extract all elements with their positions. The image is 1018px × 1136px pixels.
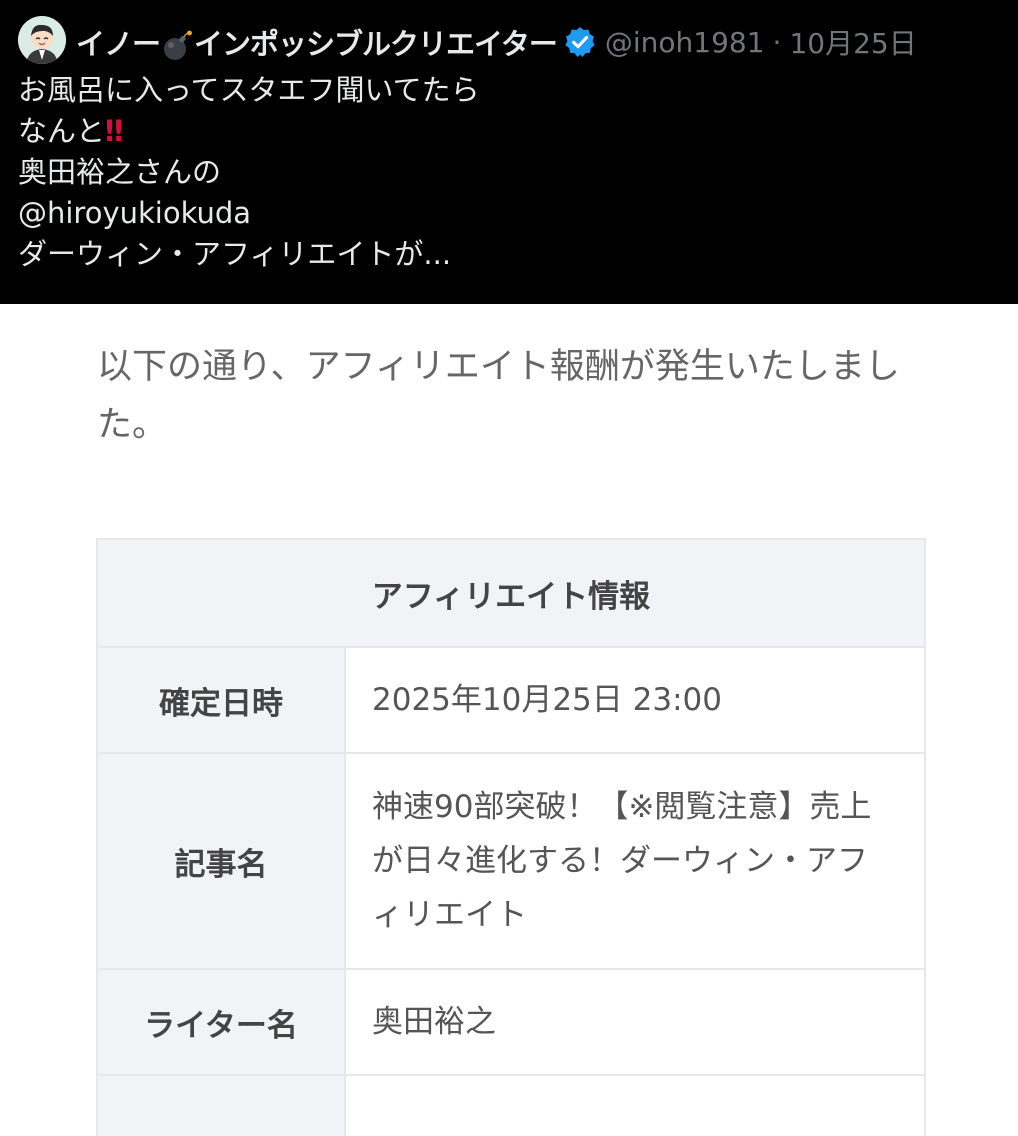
- table-row: 確定日時 2025年10月25日 23:00: [98, 646, 924, 752]
- tweet-body: お風呂に入ってスタエフ聞いてたら なんと‼ 奥田裕之さんの @hiroyukio…: [18, 70, 998, 275]
- bomb-icon: [164, 30, 192, 60]
- tweet-date[interactable]: 10月25日: [789, 22, 916, 62]
- row-value-partial: [346, 1076, 924, 1136]
- author-name[interactable]: イノー インポッシブルクリエイター: [76, 21, 558, 63]
- table-row: ライター名 奥田裕之: [98, 968, 924, 1074]
- row-value-article-name: 神速90部突破！【※閲覧注意】売上が日々進化する！ダーウィン・アフィリエイト: [346, 754, 924, 968]
- author-handle[interactable]: @inoh1981: [605, 26, 765, 59]
- author-name-part2: インポッシブルクリエイター: [194, 27, 558, 61]
- row-label-confirmed-date: 確定日時: [98, 648, 346, 752]
- tweet-line-2-text: なんと: [18, 114, 106, 148]
- tweet-line-2: なんと‼: [18, 111, 998, 152]
- row-label-article-name: 記事名: [98, 754, 346, 968]
- row-label-writer-name: ライター名: [98, 970, 346, 1074]
- verified-badge-icon: [565, 27, 595, 58]
- double-exclamation-emoji: ‼: [105, 114, 123, 148]
- tweet-line-1: お風呂に入ってスタエフ聞いてたら: [18, 73, 480, 107]
- author-name-part1: イノー: [76, 27, 161, 61]
- separator-dot: ·: [772, 25, 782, 59]
- row-label-partial: [98, 1076, 346, 1136]
- row-value-confirmed-date: 2025年10月25日 23:00: [346, 648, 924, 752]
- avatar[interactable]: [18, 16, 66, 64]
- avatar-illustration: [18, 16, 66, 64]
- table-row: 記事名 神速90部突破！【※閲覧注意】売上が日々進化する！ダーウィン・アフィリエ…: [98, 752, 924, 968]
- intro-text: 以下の通り、アフィリエイト報酬が発生いたしました。: [97, 347, 900, 445]
- tweet-header: イノー インポッシブルクリエイター @inoh1981 · 10月25日: [76, 20, 917, 64]
- tweet-card: イノー インポッシブルクリエイター @inoh1981 · 10月25日 お風呂…: [0, 0, 1018, 304]
- table-title: アフィリエイト情報: [98, 540, 924, 646]
- row-value-writer-name: 奥田裕之: [346, 970, 924, 1074]
- mention-link[interactable]: @hiroyukiokuda: [18, 193, 998, 234]
- tweet-line-3: 奥田裕之さんの: [18, 155, 222, 189]
- attached-image[interactable]: 以下の通り、アフィリエイト報酬が発生いたしました。 アフィリエイト情報 確定日時…: [0, 304, 1018, 1136]
- affiliate-info-table: アフィリエイト情報 確定日時 2025年10月25日 23:00 記事名 神速9…: [96, 538, 926, 1136]
- tweet-line-5: ダーウィン・アフィリエイトが...: [18, 237, 452, 271]
- table-row-partial: [98, 1074, 924, 1136]
